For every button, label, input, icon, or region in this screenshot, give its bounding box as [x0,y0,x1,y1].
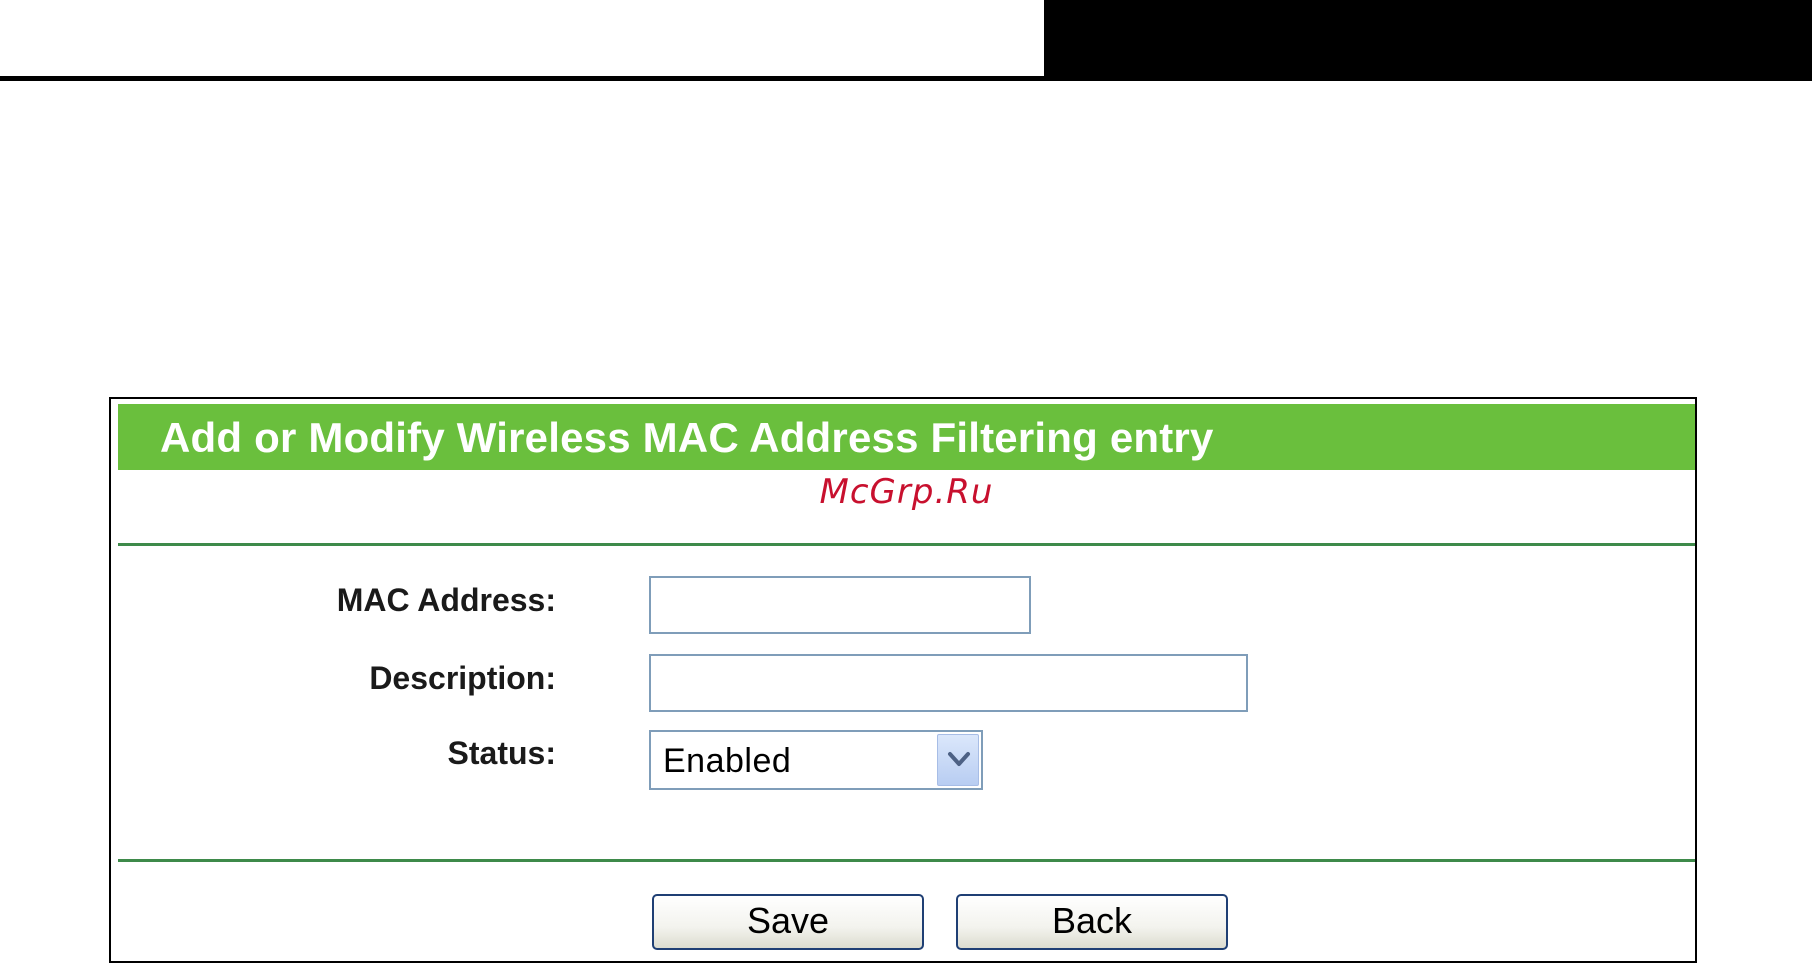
status-selected-value: Enabled [663,742,792,780]
chevron-down-icon [948,752,970,766]
divider-top [118,543,1695,546]
save-button[interactable]: Save [652,894,924,950]
description-input[interactable] [649,654,1248,712]
dialog-title: Add or Modify Wireless MAC Address Filte… [160,414,1214,461]
dialog-title-bar: Add or Modify Wireless MAC Address Filte… [118,404,1695,470]
dialog-body: Add or Modify Wireless MAC Address Filte… [118,404,1695,961]
status-dropdown-button[interactable] [937,734,979,786]
mac-filter-dialog: Add or Modify Wireless MAC Address Filte… [109,397,1697,963]
status-label: Status: [447,735,556,771]
description-label: Description: [369,660,556,696]
mac-address-input[interactable] [649,576,1031,634]
page-header-rule [0,76,1812,81]
mac-address-label: MAC Address: [336,582,556,618]
page-header-bar [1044,0,1812,76]
back-button[interactable]: Back [956,894,1228,950]
watermark: McGrp.Ru [819,472,994,512]
status-select[interactable]: Enabled [649,730,983,790]
divider-bottom [118,859,1695,862]
